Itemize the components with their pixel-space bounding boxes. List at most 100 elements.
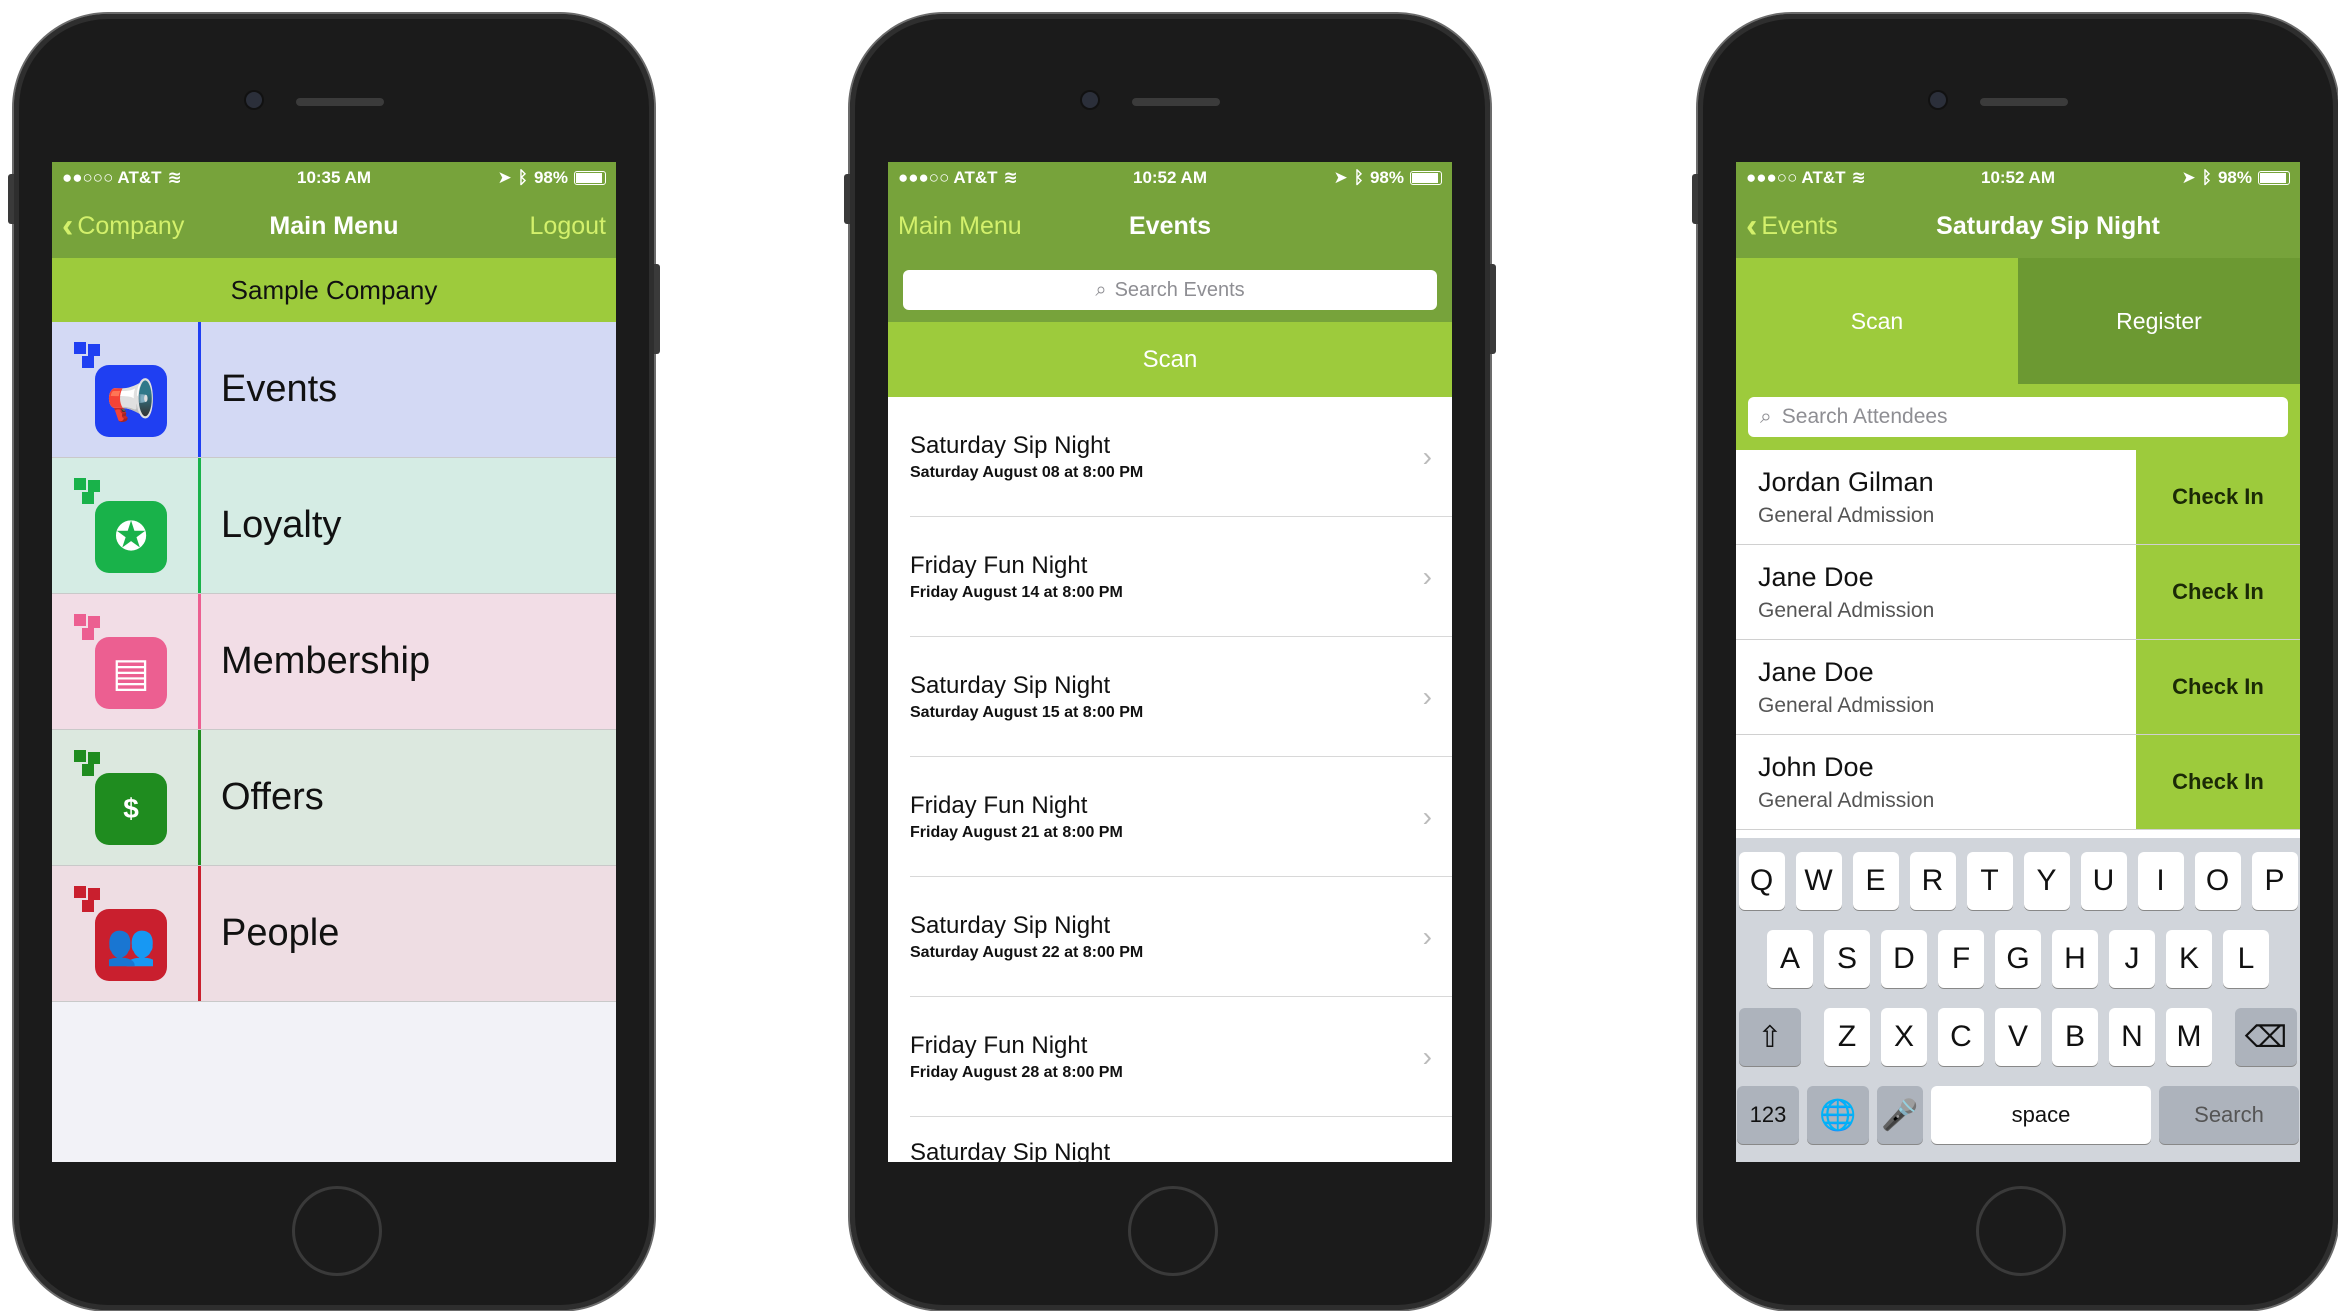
status-bar: ●●○○○ AT&T ≋ 10:35 AM ➤ ᛒ 98% xyxy=(52,162,616,194)
menu-item-people[interactable]: 👥 People xyxy=(52,866,616,1002)
menu-item-loyalty[interactable]: ✪ Loyalty xyxy=(52,458,616,594)
event-row[interactable]: Friday Fun Night Friday August 28 at 8:0… xyxy=(910,997,1452,1117)
key-l[interactable]: L xyxy=(2223,930,2269,988)
speaker xyxy=(296,98,384,106)
event-row[interactable]: Saturday Sip Night xyxy=(910,1117,1452,1162)
battery-icon xyxy=(1410,171,1442,185)
search-key[interactable]: Search xyxy=(2159,1086,2299,1144)
check-in-button[interactable]: Check In xyxy=(2136,640,2300,734)
event-row[interactable]: Saturday Sip Night Saturday August 08 at… xyxy=(910,397,1452,517)
key-x[interactable]: X xyxy=(1881,1008,1927,1066)
key-f[interactable]: F xyxy=(1938,930,1984,988)
segmented-control: Scan Register xyxy=(1736,258,2300,384)
menu-item-offers[interactable]: $ Offers xyxy=(52,730,616,866)
bluetooth-icon: ᛒ xyxy=(2201,168,2212,187)
key-h[interactable]: H xyxy=(2052,930,2098,988)
status-bar: ●●●○○ AT&T ≋ 10:52 AM ➤ ᛒ 98% xyxy=(888,162,1452,194)
key-u[interactable]: U xyxy=(2080,852,2127,910)
camera xyxy=(1082,92,1098,108)
attendee-row: Jane Doe General Admission Check In xyxy=(1736,545,2300,640)
check-in-button[interactable]: Check In xyxy=(2136,545,2300,639)
chevron-right-icon: › xyxy=(1422,920,1432,952)
nav-bar: ‹ Events Saturday Sip Night xyxy=(1736,194,2300,258)
globe-icon[interactable]: 🌐 xyxy=(1807,1086,1869,1144)
event-date: Saturday August 15 at 8:00 PM xyxy=(910,703,1144,721)
key-s[interactable]: S xyxy=(1824,930,1870,988)
event-date: Friday August 14 at 8:00 PM xyxy=(910,583,1123,601)
event-row[interactable]: Saturday Sip Night Saturday August 15 at… xyxy=(910,637,1452,757)
key-k[interactable]: K xyxy=(2166,930,2212,988)
key-e[interactable]: E xyxy=(1852,852,1899,910)
search-input[interactable]: ⌕ Search Events xyxy=(903,270,1437,310)
home-button[interactable] xyxy=(292,1186,382,1276)
attendee-search-bar: ⌕ Search Attendees xyxy=(1736,384,2300,450)
event-row[interactable]: Friday Fun Night Friday August 14 at 8:0… xyxy=(910,517,1452,637)
check-in-button[interactable]: Check In xyxy=(2136,735,2300,829)
key-d[interactable]: D xyxy=(1881,930,1927,988)
speaker xyxy=(1980,98,2068,106)
key-v[interactable]: V xyxy=(1995,1008,2041,1066)
key-q[interactable]: Q xyxy=(1738,852,1785,910)
attendee-type: General Admission xyxy=(1758,788,1935,812)
key-w[interactable]: W xyxy=(1795,852,1842,910)
leaf-icon xyxy=(74,750,100,776)
search-bar: ⌕ Search Events xyxy=(888,258,1452,322)
tab-scan[interactable]: Scan xyxy=(1736,258,2018,384)
event-title: Friday Fun Night xyxy=(910,791,1088,819)
key-j[interactable]: J xyxy=(2109,930,2155,988)
scan-button[interactable]: Scan xyxy=(888,322,1452,397)
location-icon: ➤ xyxy=(497,168,512,187)
battery-icon xyxy=(574,171,606,185)
event-row[interactable]: Saturday Sip Night Saturday August 22 at… xyxy=(910,877,1452,997)
chevron-right-icon: › xyxy=(1422,560,1432,592)
key-r[interactable]: R xyxy=(1909,852,1956,910)
menu-item-events[interactable]: 📢 Events xyxy=(52,322,616,458)
key-t[interactable]: T xyxy=(1966,852,2013,910)
menu-item-label: Events xyxy=(221,368,338,410)
tab-register[interactable]: Register xyxy=(2018,258,2300,384)
microphone-icon[interactable]: 🎤 xyxy=(1877,1086,1923,1144)
key-o[interactable]: O xyxy=(2194,852,2241,910)
home-button[interactable] xyxy=(1128,1186,1218,1276)
key-m[interactable]: M xyxy=(2166,1008,2212,1066)
menu-icon-cell: 👥 xyxy=(52,866,201,1001)
attendee-row: Jordan Gilman General Admission Check In xyxy=(1736,450,2300,545)
key-z[interactable]: Z xyxy=(1824,1008,1870,1066)
key-b[interactable]: B xyxy=(2052,1008,2098,1066)
search-placeholder: Search Attendees xyxy=(1781,405,1948,428)
key-p[interactable]: P xyxy=(2251,852,2298,910)
key-i[interactable]: I xyxy=(2137,852,2184,910)
menu-icon-cell: $ xyxy=(52,730,201,865)
phone-main-menu: ●●○○○ AT&T ≋ 10:35 AM ➤ ᛒ 98% ‹ Company Main… xyxy=(8,14,660,1310)
check-in-button[interactable]: Check In xyxy=(2136,450,2300,544)
attendee-row: Jane Doe General Admission Check In xyxy=(1736,640,2300,735)
chevron-right-icon: › xyxy=(1422,1040,1432,1072)
home-button[interactable] xyxy=(1976,1186,2066,1276)
nav-bar: Main Menu Events xyxy=(888,194,1452,258)
event-date: Friday August 28 at 8:00 PM xyxy=(910,1063,1123,1081)
event-row[interactable]: Friday Fun Night Friday August 21 at 8:0… xyxy=(910,757,1452,877)
delete-key[interactable]: ⌫ xyxy=(2235,1008,2297,1066)
search-input[interactable]: ⌕ Search Attendees xyxy=(1748,397,2288,437)
shift-key[interactable]: ⇧ xyxy=(1739,1008,1801,1066)
logout-button[interactable]: Logout xyxy=(530,212,606,241)
leaf-icon xyxy=(74,342,100,368)
phone-event-detail: ●●●○○ AT&T ≋ 10:52 AM ➤ ᛒ 98% ‹ Events Satur… xyxy=(1692,14,2338,1310)
event-title: Saturday Sip Night xyxy=(910,671,1111,699)
attendee-type: General Admission xyxy=(1758,598,1935,622)
menu-item-label: Membership xyxy=(221,640,431,682)
key-n[interactable]: N xyxy=(2109,1008,2155,1066)
numbers-key[interactable]: 123 xyxy=(1737,1086,1799,1144)
key-c[interactable]: C xyxy=(1938,1008,1984,1066)
space-key[interactable]: space xyxy=(1931,1086,2151,1144)
attendee-type: General Admission xyxy=(1758,693,1935,717)
wifi-icon: ≋ xyxy=(167,168,182,187)
nav-bar: ‹ Company Main Menu Logout xyxy=(52,194,616,258)
menu-item-label: Loyalty xyxy=(221,504,342,546)
menu-item-membership[interactable]: ▤ Membership xyxy=(52,594,616,730)
key-y[interactable]: Y xyxy=(2023,852,2070,910)
attendee-name: Jane Doe xyxy=(1758,656,1874,687)
location-icon: ➤ xyxy=(1333,168,1348,187)
key-a[interactable]: A xyxy=(1767,930,1813,988)
key-g[interactable]: G xyxy=(1995,930,2041,988)
